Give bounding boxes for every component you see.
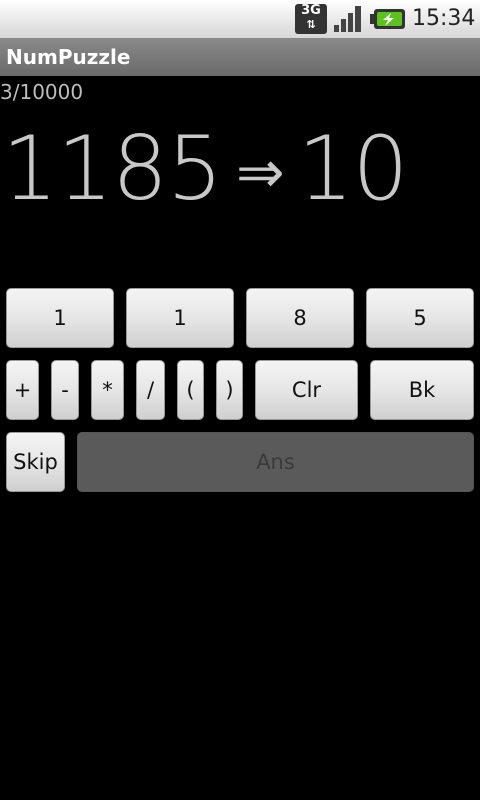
puzzle-progress: 3/10000 [0,80,84,104]
clear-button[interactable]: Clr [255,360,358,420]
minus-button[interactable]: - [51,360,79,420]
close-paren-button[interactable]: ) [216,360,243,420]
puzzle-digits: 1185 [2,116,223,220]
status-bar: 3G ⇅ 15:34 [0,0,480,38]
open-paren-button[interactable]: ( [177,360,204,420]
status-clock: 15:34 [412,6,476,31]
data-transfer-icon: ⇅ [306,18,316,31]
app-screen: 3G ⇅ 15:34 NumPuzzle 3/10000 1185 ⇒ 10 1… [0,0,480,800]
puzzle-display: 1185 ⇒ 10 [2,116,409,220]
multiply-button[interactable]: * [91,360,124,420]
app-title: NumPuzzle [0,38,480,76]
divide-button[interactable]: / [136,360,165,420]
digit-button-1[interactable]: 1 [6,288,114,348]
signal-strength-icon [334,6,361,32]
network-3g-icon: 3G ⇅ [295,4,327,34]
digit-button-2[interactable]: 1 [126,288,234,348]
skip-button[interactable]: Skip [6,432,65,492]
plus-button[interactable]: + [6,360,39,420]
answer-button[interactable]: Ans [77,432,474,492]
battery-charging-icon [370,9,405,29]
digit-button-4[interactable]: 5 [366,288,474,348]
backspace-button[interactable]: Bk [370,360,474,420]
network-label: 3G [301,3,321,18]
puzzle-target: 10 [297,116,409,220]
digit-button-3[interactable]: 8 [246,288,354,348]
puzzle-arrow: ⇒ [235,138,285,206]
